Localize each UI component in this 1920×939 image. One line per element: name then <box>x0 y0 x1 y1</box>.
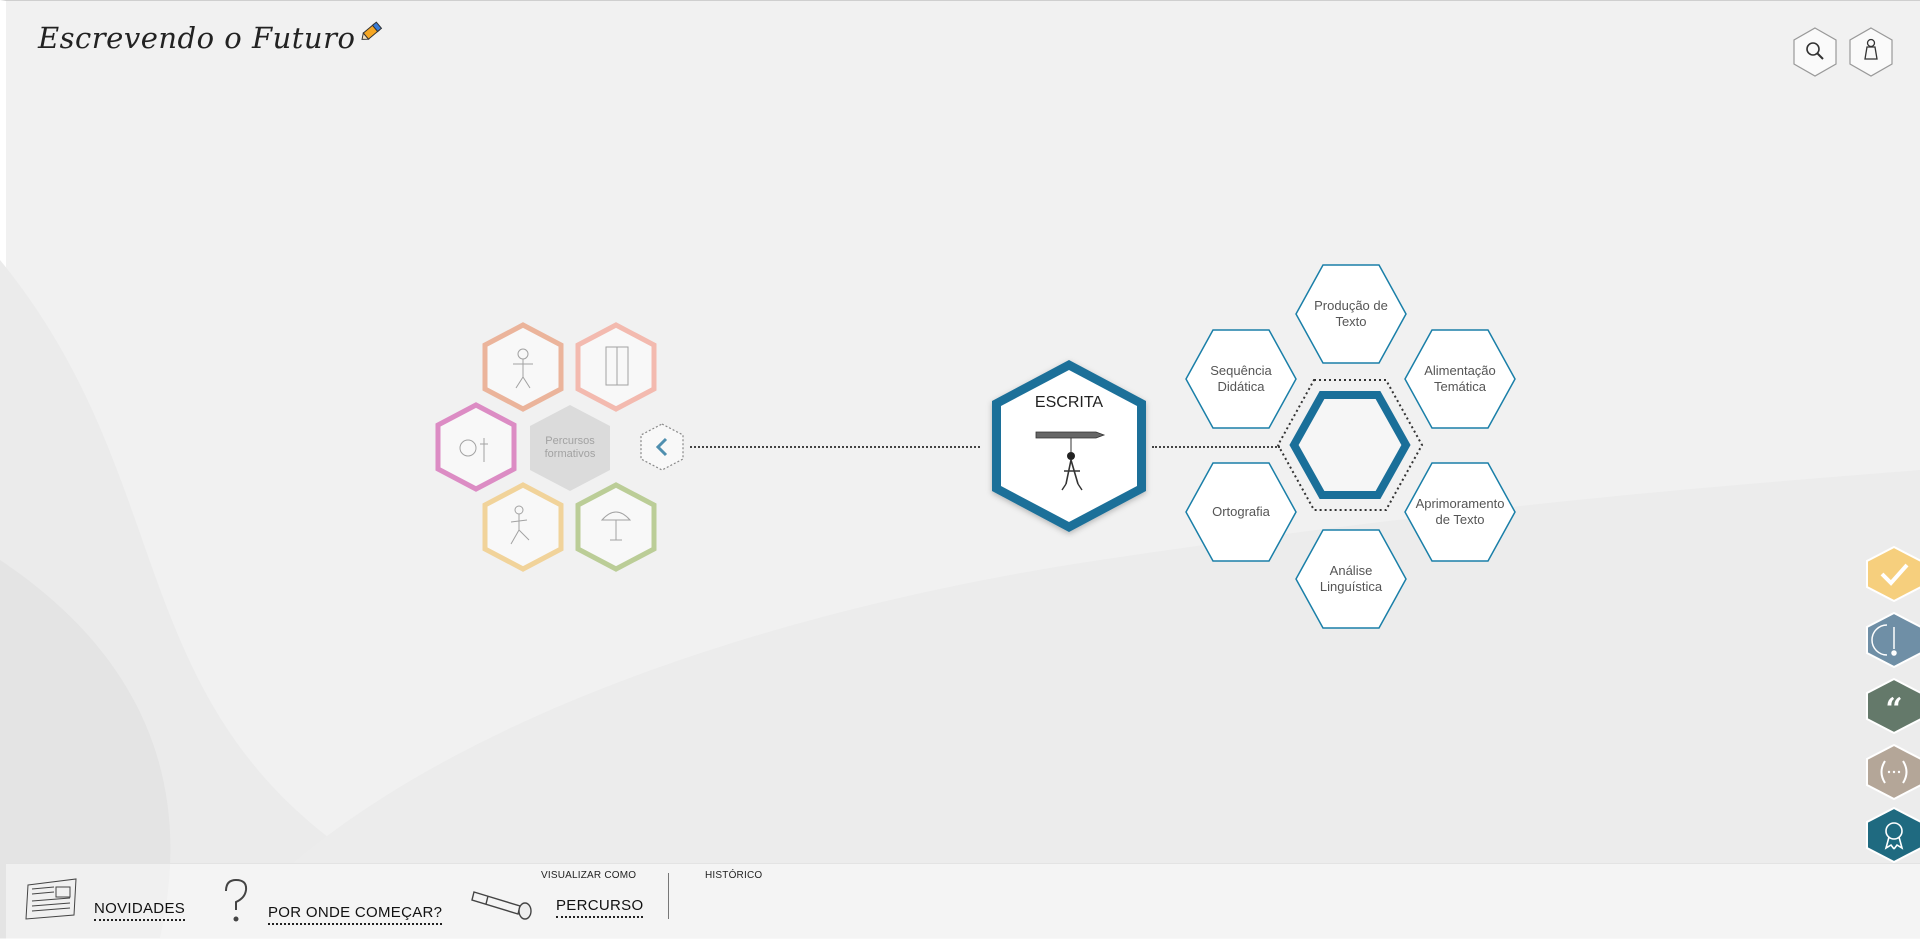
pencil-tip-button[interactable] <box>1865 611 1920 669</box>
subnode-sequencia-didatica[interactable]: Sequência Didática <box>1183 327 1299 431</box>
percurso-green-hex[interactable] <box>574 482 658 572</box>
question-mark-icon <box>225 878 248 922</box>
telescope-icon <box>471 891 532 920</box>
search-button[interactable] <box>1791 26 1839 78</box>
award-button[interactable] <box>1865 806 1920 864</box>
subnode-label: Alimentação Temática <box>1424 363 1496 394</box>
user-button[interactable] <box>1847 26 1895 78</box>
percursos-center-label: Percursos formativos <box>544 434 596 460</box>
connector-line-left <box>690 446 980 448</box>
visualizar-como-label: VISUALIZAR COMO <box>541 870 637 881</box>
subnode-analise-linguistica[interactable]: Análise Linguística <box>1293 527 1409 631</box>
escrita-node[interactable]: ESCRITA <box>986 356 1152 536</box>
subnode-alimentacao-tematica[interactable]: Alimentação Temática <box>1402 327 1518 431</box>
historico-label[interactable]: HISTÓRICO <box>705 870 762 881</box>
subnode-label: Produção de Texto <box>1314 298 1388 329</box>
connector-line-right <box>1152 446 1280 448</box>
collapse-percursos-button[interactable] <box>638 422 686 472</box>
pencil-logo-icon <box>361 21 383 40</box>
escrita-title: ESCRITA <box>1034 394 1104 411</box>
check-button[interactable] <box>1865 545 1920 603</box>
bottom-divider <box>668 873 669 919</box>
por-onde-comecar-label: POR ONDE COMEÇAR? <box>268 904 443 925</box>
subnode-label: Aprimoramento de Texto <box>1415 496 1505 527</box>
percurso-label: PERCURSO <box>556 897 644 918</box>
subnode-aprimoramento-de-texto[interactable]: Aprimoramento de Texto <box>1402 460 1518 564</box>
novidades-label: NOVIDADES <box>94 900 186 921</box>
subnode-producao-de-texto[interactable]: Produção de Texto <box>1293 262 1409 366</box>
logo-text: Escrevendo o Futuro <box>38 21 356 55</box>
subnode-label: Sequência Didática <box>1210 363 1272 394</box>
subnode-label: Análise Linguística <box>1319 563 1383 594</box>
quote-icon: “ <box>1885 692 1902 727</box>
percursos-center-hex[interactable]: Percursos formativos <box>526 402 614 494</box>
percurso-orange-hex[interactable] <box>481 322 565 412</box>
subnode-ortografia[interactable]: Ortografia <box>1183 460 1299 564</box>
percurso-salmon-hex[interactable] <box>574 322 658 412</box>
subnode-label: Ortografia <box>1212 504 1270 520</box>
quote-button[interactable]: “ <box>1865 677 1920 735</box>
parentheses-button[interactable] <box>1865 743 1920 801</box>
newspaper-icon <box>25 878 77 920</box>
novidades-button[interactable]: NOVIDADES <box>24 875 186 923</box>
percurso-magenta-hex[interactable] <box>434 402 518 492</box>
background-wave <box>0 260 1920 938</box>
percurso-yellow-hex[interactable] <box>481 482 565 572</box>
por-onde-comecar-button[interactable]: POR ONDE COMEÇAR? <box>218 877 443 927</box>
site-logo[interactable]: Escrevendo o Futuro <box>38 18 385 58</box>
percurso-button[interactable]: PERCURSO <box>468 882 644 922</box>
